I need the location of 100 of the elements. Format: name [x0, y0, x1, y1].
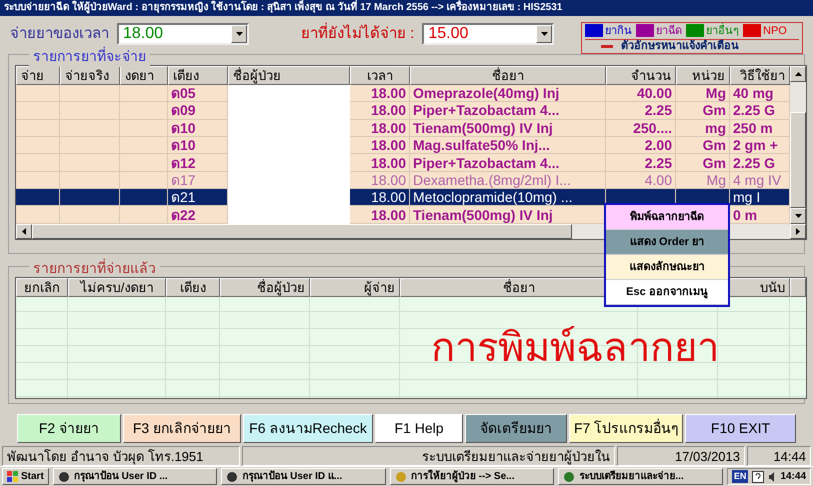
table-row[interactable]: ด09 18.00 Piper+Tazobactam 4... 2.25 Gm 2.25 G — [16, 102, 790, 120]
taskbar-item[interactable]: กรุณาป้อน User ID ... — [52, 468, 218, 486]
column-header[interactable]: ผู้จ่าย — [310, 278, 400, 297]
legend-label: ยาฉีด — [656, 24, 682, 38]
table-cell: 18.00 — [370, 103, 406, 118]
dropdown-button[interactable] — [536, 24, 552, 43]
table-cell: ด22 — [171, 208, 196, 222]
table-cell: 0 m — [733, 208, 758, 222]
status-panel: 17/03/2013 — [617, 446, 745, 466]
function-button[interactable]: F6 ลงนามRecheck — [243, 414, 373, 444]
windows-logo-icon — [7, 471, 19, 482]
dropdown-arrow-icon — [540, 32, 548, 36]
table-cell: 18.00 — [370, 172, 406, 187]
column-header[interactable]: เตียง — [168, 66, 228, 85]
table-cell: ด10 — [171, 120, 196, 135]
column-header[interactable]: ยกเลิก — [16, 278, 68, 297]
table-cell: 18.00 — [370, 120, 406, 135]
scroll-down-icon — [794, 214, 802, 218]
legend-label: NPO — [763, 24, 787, 38]
column-header[interactable]: หน่วย — [676, 66, 730, 85]
clock: 14:44 — [780, 470, 806, 484]
table-cell: Mag.sulfate50% Inj... — [413, 138, 550, 152]
help-icon[interactable] — [752, 470, 764, 483]
function-button[interactable]: F3 ยกเลิกจ่ายยา — [123, 414, 241, 444]
table-cell: mg I — [733, 190, 760, 204]
status-panel: 14:44 — [747, 446, 811, 466]
scroll-left-icon — [22, 228, 26, 235]
table-cell: Dexametha.(8mg/2ml) I... — [413, 172, 571, 187]
table-cell: 2.25 G — [733, 156, 776, 170]
table-cell: 18.00 — [370, 208, 406, 222]
column-header[interactable]: ไม่ครบ/งดยา — [68, 278, 166, 297]
table-cell: Mg — [706, 172, 726, 187]
app-icon — [226, 470, 238, 483]
table-cell: Gm — [702, 138, 726, 152]
table-cell: 2.25 G — [733, 103, 776, 118]
table-row[interactable]: ด10 18.00 Tienam(500mg) IV Inj 250.... mg 250 m — [16, 120, 790, 137]
legend-label: ยาอื่นๆ — [706, 22, 739, 38]
function-button[interactable]: F2 จ่ายยา — [17, 414, 121, 444]
window-title: ระบบจ่ายยาฉีด ให้ผู้ป่วยWard : อายุรกรรมหญิง ใช้งานโดย : สุนิสา เพ็งสุข ณ วันที่ 17 March 2556 --> เครื่องหมายเลข : HIS2531 — [4, 0, 562, 16]
field-label: จ่ายยาของเวลา — [10, 24, 109, 44]
column-header[interactable]: เตียง — [166, 278, 220, 297]
table-cell: 4.00 — [644, 172, 672, 187]
table-cell: 2.00 — [644, 138, 672, 152]
legend-label: ยากิน — [605, 24, 632, 38]
table-cell: 18.00 — [370, 86, 406, 100]
table-cell: Piper+Tazobactam 4... — [413, 156, 560, 170]
field-label: ยาที่ยังไม่ได้จ่าย : — [301, 22, 414, 44]
table-cell: 18.00 — [370, 138, 406, 152]
menu-item[interactable]: แสดงลักษณะยา — [606, 255, 728, 280]
column-header[interactable] — [790, 278, 806, 297]
table-row[interactable]: ด05 18.00 Omeprazole(40mg) Inj 40.00 Mg 40 mg — [16, 84, 790, 102]
menu-item[interactable]: พิมพ์ฉลากยาฉีด — [606, 205, 728, 230]
table-row[interactable]: ด12 18.00 Piper+Tazobactam 4... 2.25 Gm 2.25 G — [16, 154, 790, 172]
taskbar-item[interactable]: การให้ยาผู้ป่วย --> Se... — [390, 468, 554, 486]
table-cell: 18.00 — [370, 156, 406, 170]
column-header[interactable]: เวลา — [350, 66, 410, 85]
table-cell: 250.... — [633, 120, 672, 135]
dropdown-field[interactable]: 15.00 — [422, 22, 554, 45]
scroll-right-icon — [796, 228, 800, 235]
table-cell: 2.25 — [644, 156, 672, 170]
app-icon — [58, 470, 70, 483]
table-cell: 40 mg — [733, 86, 774, 100]
scroll-up-icon — [794, 72, 802, 76]
table-cell: 18.00 — [370, 190, 406, 204]
table-cell: Omeprazole(40mg) Inj — [413, 86, 560, 100]
speaker-icon[interactable] — [768, 470, 776, 483]
app-icon — [563, 470, 576, 483]
app-icon — [394, 470, 407, 483]
table-cell: 40.00 — [636, 86, 672, 100]
taskbar-item[interactable]: ระบบเตรียมยาและจ่าย... — [558, 468, 723, 486]
column-header[interactable]: จำนวน — [606, 66, 676, 85]
table-cell: ด17 — [171, 172, 196, 187]
table-cell: 2.25 — [644, 103, 672, 118]
menu-item[interactable]: แสดง Order ยา — [606, 230, 728, 255]
group-title: รายการยาที่จะจ่าย — [29, 46, 150, 67]
table-cell: 4 mg IV — [733, 172, 782, 187]
table-cell: ด21 — [171, 190, 196, 204]
table-cell: ด10 — [171, 138, 196, 152]
table-cell: ด05 — [171, 86, 196, 100]
function-button[interactable]: จัดเตรียมยา — [465, 414, 567, 444]
taskbar-item[interactable]: กรุณาป้อน User ID แ... — [221, 468, 386, 486]
table-row[interactable]: ด21 18.00 Metoclopramide(10mg) ... mg I — [16, 189, 790, 206]
dropdown-button[interactable] — [231, 24, 247, 43]
dropdown-arrow-icon — [236, 32, 242, 36]
table-cell: Metoclopramide(10mg) ... — [413, 190, 573, 204]
legend-note: ตัวอักษรหนาแจ้งคำเตือน — [621, 38, 739, 54]
start-button[interactable]: Start — [2, 468, 49, 486]
function-button[interactable]: F10 EXIT — [685, 414, 796, 444]
column-header[interactable]: วิธีใช้ยา — [730, 66, 790, 85]
warning-mark-icon — [601, 44, 613, 48]
function-button[interactable]: F1 Help — [375, 414, 463, 444]
function-button[interactable]: F7 โปรแกรมอื่นๆ — [569, 414, 683, 444]
language-indicator[interactable]: EN — [732, 470, 748, 484]
table-row[interactable]: ด10 18.00 Mag.sulfate50% Inj... 2.00 Gm 2 gm + — [16, 136, 790, 154]
table-cell: ด09 — [171, 103, 196, 118]
table-cell: 250 m — [733, 120, 773, 135]
dropdown-field[interactable]: 18.00 — [117, 22, 249, 45]
table-cell: Tienam(500mg) IV Inj — [413, 208, 553, 222]
table-cell: Tienam(500mg) IV Inj — [413, 120, 553, 135]
vertical-scrollbar[interactable] — [790, 66, 806, 224]
